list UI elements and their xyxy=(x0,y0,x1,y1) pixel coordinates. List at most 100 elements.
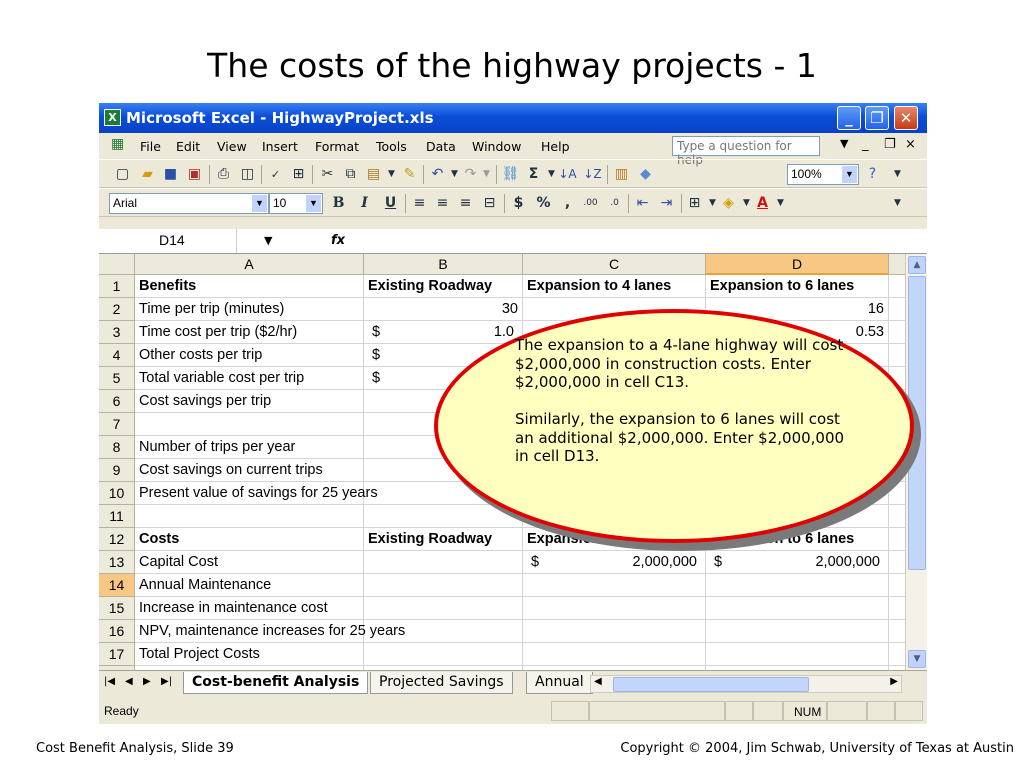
cell-b3[interactable]: $1.0 xyxy=(364,321,523,344)
cell-e10[interactable] xyxy=(889,482,905,505)
cell-e13[interactable] xyxy=(889,551,905,574)
cell-a11[interactable] xyxy=(135,505,364,528)
italic-button[interactable]: I xyxy=(355,194,374,213)
cell-c13[interactable]: $2,000,000 xyxy=(523,551,706,574)
align-right-icon[interactable]: ≡ xyxy=(456,194,475,213)
chevron-down-icon[interactable]: ▼ xyxy=(842,166,857,183)
toolbar-options-icon[interactable]: ▼ xyxy=(888,165,907,184)
row-header-2[interactable]: 2 xyxy=(99,298,135,321)
cell-a17[interactable]: Total Project Costs xyxy=(135,643,364,666)
row-header-6[interactable]: 6 xyxy=(99,390,135,413)
chevron-down-icon[interactable]: ▼ xyxy=(840,137,848,150)
first-sheet-icon[interactable]: |◀ xyxy=(104,676,115,687)
cell-e2[interactable] xyxy=(889,298,905,321)
menu-tools[interactable]: Tools xyxy=(376,139,407,154)
cell-c17[interactable] xyxy=(523,643,706,666)
align-center-icon[interactable]: ≡ xyxy=(433,194,452,213)
cell-b11[interactable] xyxy=(364,505,523,528)
print-preview-icon[interactable]: ◫ xyxy=(238,165,257,184)
fill-color-icon[interactable]: ◈ xyxy=(719,194,738,213)
research-icon[interactable]: ⊞ xyxy=(289,165,308,184)
row-header-5[interactable]: 5 xyxy=(99,367,135,390)
font-size-select[interactable]: 10 ▼ xyxy=(269,193,323,214)
row-header-17[interactable]: 17 xyxy=(99,643,135,666)
new-icon[interactable]: ▢ xyxy=(113,165,132,184)
chevron-down-icon[interactable]: ▼ xyxy=(306,195,321,212)
cell-d13[interactable]: $2,000,000 xyxy=(706,551,889,574)
chevron-down-icon[interactable]: ▼ xyxy=(382,165,401,184)
row-header-7[interactable]: 7 xyxy=(99,413,135,436)
column-header-d[interactable]: D xyxy=(706,254,889,275)
cell-a10[interactable]: Present value of savings for 25 years xyxy=(135,482,378,505)
name-box[interactable]: D14 xyxy=(99,229,237,253)
borders-icon[interactable]: ⊞ xyxy=(685,194,704,213)
bold-button[interactable]: B xyxy=(329,194,348,213)
excel-app-icon[interactable]: X xyxy=(104,109,121,126)
help-icon[interactable]: ? xyxy=(863,165,882,184)
horizontal-scroll-thumb[interactable] xyxy=(613,677,809,692)
row-header-10[interactable]: 10 xyxy=(99,482,135,505)
increase-indent-icon[interactable]: ⇥ xyxy=(657,194,676,213)
chevron-down-icon[interactable]: ▼ xyxy=(477,165,496,184)
cell-c14[interactable] xyxy=(523,574,706,597)
menu-help[interactable]: Help xyxy=(541,139,570,154)
toolbar-options-icon[interactable]: ▼ xyxy=(888,194,907,213)
cell-e12[interactable] xyxy=(889,528,905,551)
hyperlink-icon[interactable]: ⛓ xyxy=(501,165,520,184)
scroll-left-icon[interactable]: ◀ xyxy=(594,676,602,687)
scroll-up-icon[interactable]: ▲ xyxy=(908,256,926,274)
currency-button[interactable]: $ xyxy=(509,194,528,213)
cell-b15[interactable] xyxy=(364,597,523,620)
cell-e4[interactable] xyxy=(889,344,905,367)
cell-a6[interactable]: Cost savings per trip xyxy=(135,390,364,413)
cell-a15[interactable]: Increase in maintenance cost xyxy=(135,597,364,620)
menu-view[interactable]: View xyxy=(217,139,247,154)
cell-a5[interactable]: Total variable cost per trip xyxy=(135,367,364,390)
cell-c15[interactable] xyxy=(523,597,706,620)
cell-a8[interactable]: Number of trips per year xyxy=(135,436,364,459)
menu-format[interactable]: Format xyxy=(315,139,359,154)
cell-a13[interactable]: Capital Cost xyxy=(135,551,364,574)
title-bar[interactable]: X Microsoft Excel - HighwayProject.xls _… xyxy=(99,103,927,133)
menu-window[interactable]: Window xyxy=(472,139,521,154)
sheet-tab-projected-savings[interactable]: Projected Savings xyxy=(370,672,513,694)
chevron-down-icon[interactable]: ▼ xyxy=(264,234,272,247)
underline-button[interactable]: U xyxy=(381,194,400,213)
cell-d1[interactable]: Expansion to 6 lanes xyxy=(706,275,889,298)
comma-button[interactable]: , xyxy=(558,194,577,213)
minimize-button[interactable]: _ xyxy=(837,106,861,130)
decrease-indent-icon[interactable]: ⇤ xyxy=(633,194,652,213)
doc-minimize-button[interactable]: _ xyxy=(862,137,869,152)
last-sheet-icon[interactable]: ▶| xyxy=(161,676,172,687)
cell-e1[interactable] xyxy=(889,275,905,298)
doc-close-button[interactable]: × xyxy=(905,137,916,152)
cell-e3[interactable] xyxy=(889,321,905,344)
spelling-icon[interactable]: ✓ xyxy=(266,165,285,184)
chart-wizard-icon[interactable]: ▥ xyxy=(612,165,631,184)
cell-b17[interactable] xyxy=(364,643,523,666)
next-sheet-icon[interactable]: ▶ xyxy=(143,676,151,687)
menu-data[interactable]: Data xyxy=(426,139,456,154)
autosum-icon[interactable]: Σ xyxy=(524,165,543,184)
column-header-a[interactable]: A xyxy=(135,254,364,275)
insert-function-icon[interactable]: fx xyxy=(331,233,345,248)
row-header-8[interactable]: 8 xyxy=(99,436,135,459)
row-header-9[interactable]: 9 xyxy=(99,459,135,482)
cell-d15[interactable] xyxy=(706,597,889,620)
row-header-15[interactable]: 15 xyxy=(99,597,135,620)
help-question-input[interactable]: Type a question for help xyxy=(672,136,820,167)
cell-e11[interactable] xyxy=(889,505,905,528)
restore-button[interactable]: ❐ xyxy=(865,106,889,130)
save-icon[interactable]: ■ xyxy=(161,165,180,184)
row-header-13[interactable]: 13 xyxy=(99,551,135,574)
cell-b2[interactable]: 30 xyxy=(364,298,523,321)
cell-e14[interactable] xyxy=(889,574,905,597)
cell-b1[interactable]: Existing Roadway xyxy=(364,275,523,298)
close-button[interactable]: ✕ xyxy=(894,106,918,130)
cell-a3[interactable]: Time cost per trip ($2/hr) xyxy=(135,321,364,344)
workbook-icon[interactable]: ▦ xyxy=(111,136,124,152)
sheet-tab-cost-benefit[interactable]: Cost-benefit Analysis xyxy=(183,672,369,694)
increase-decimal-button[interactable]: .00 xyxy=(581,194,600,213)
select-all-corner[interactable] xyxy=(99,254,135,275)
align-left-icon[interactable]: ≡ xyxy=(410,194,429,213)
